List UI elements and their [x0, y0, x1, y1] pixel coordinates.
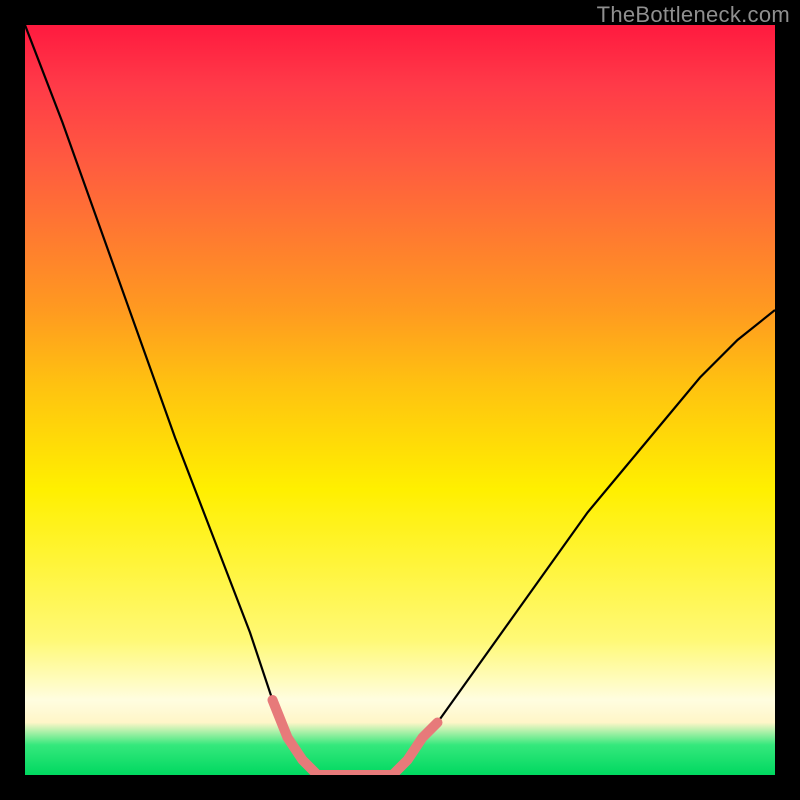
- valley-floor: [273, 700, 438, 775]
- curve-layer: [25, 25, 775, 775]
- chart-container: TheBottleneck.com: [0, 0, 800, 800]
- watermark-text: TheBottleneck.com: [597, 2, 790, 28]
- right-curve: [393, 310, 776, 775]
- left-curve: [25, 25, 318, 775]
- plot-area: [25, 25, 775, 775]
